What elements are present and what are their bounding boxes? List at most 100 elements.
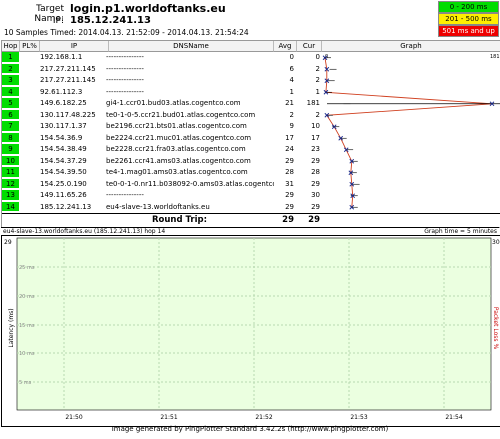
round-trip-cur: 29	[308, 215, 320, 225]
x-label-4: 21:54	[445, 414, 462, 421]
hop-number: 3	[2, 75, 19, 86]
round-trip-avg: 29	[282, 215, 294, 225]
hop-cur: 28	[311, 168, 320, 176]
y-axis-label: Latency (ms)	[8, 308, 15, 347]
hop-cur: 29	[311, 156, 320, 165]
hop-number: 6	[2, 109, 19, 121]
hop-number: 9	[2, 144, 19, 155]
latency-marker	[348, 170, 357, 176]
hop-ip: 154.54.39.50	[40, 168, 87, 176]
latency-route-line	[324, 57, 493, 208]
hop-ip: 154.54.36.9	[40, 133, 83, 142]
latency-marker	[338, 135, 347, 141]
hop-ip: 217.27.211.145	[40, 76, 96, 84]
ms-label-20: 20 ms	[19, 294, 35, 300]
hop-ip: 92.61.112.3	[40, 87, 83, 96]
hop-ip: 154.54.37.29	[40, 156, 87, 165]
legend-green: 0 - 200 ms	[438, 1, 499, 13]
route-graph: 0 181	[322, 54, 500, 210]
ms-label-15: 15 ms	[19, 323, 35, 329]
latency-marker	[349, 204, 358, 210]
hop-cur: 2	[315, 76, 320, 84]
hop-cur: 10	[311, 122, 320, 130]
hop-number: 12	[2, 178, 19, 190]
hop-dns-name: ---------------	[106, 64, 144, 73]
hop-number: 2	[2, 63, 19, 75]
x-label-0: 21:50	[65, 414, 82, 421]
hop-avg: 1	[289, 87, 294, 96]
x-label-1: 21:51	[160, 414, 177, 421]
col-graph[interactable]: Graph	[322, 41, 500, 52]
hop-ip: 185.12.241.13	[40, 202, 92, 211]
hop-cur: 23	[311, 145, 320, 153]
hop-cur: 181	[306, 99, 320, 107]
hop-avg: 0	[289, 53, 294, 61]
target-name-value: login.p1.worldoftanks.eu	[70, 2, 226, 15]
legend-red: 501 ms and up	[438, 25, 499, 37]
latency-marker	[350, 193, 358, 199]
hop-dns-name: ---------------	[106, 191, 144, 199]
hop-number: 13	[2, 190, 19, 201]
hop-dns-name: be2196.ccr21.bts01.atlas.cogentco.com	[106, 122, 247, 130]
hop-dns-name: be2228.ccr21.fra03.atlas.cogentco.com	[106, 145, 246, 153]
hop-ip: 149.6.182.25	[40, 99, 87, 107]
latency-marker	[322, 55, 331, 61]
packet-loss-axis-label: Packet Loss %	[492, 307, 499, 350]
hop-cur: 29	[311, 179, 320, 188]
hop-number: 4	[2, 86, 19, 98]
latency-marker	[349, 158, 358, 164]
hop-ip: 217.27.211.145	[40, 64, 96, 73]
graph-scale-max: 181	[490, 54, 500, 60]
x-label-3: 21:53	[350, 414, 367, 421]
hop-dns-name: be2261.ccr41.ams03.atlas.cogentco.com	[106, 156, 251, 165]
ms-label-5: 5 ms	[19, 380, 32, 386]
hop-dns-name: gi4-1.ccr01.bud03.atlas.cogentco.com	[106, 99, 241, 107]
hop-avg: 29	[285, 156, 294, 165]
col-hop[interactable]: Hop	[2, 41, 20, 52]
samples-timed-text: 10 Samples Timed: 2014.04.13. 21:52:09 -…	[4, 28, 249, 37]
latency-marker	[323, 89, 332, 95]
round-trip-row: Round Trip: 29 29	[2, 213, 500, 226]
ip-value: 185.12.241.13	[70, 15, 151, 26]
hop-number: 5	[2, 98, 19, 109]
hop-avg: 21	[285, 99, 294, 107]
hop-number: 11	[2, 167, 19, 178]
hop-cur: 1	[315, 87, 320, 96]
hop-dns-name: te0-0-1-0.nr11.b038092-0.ams03.atlas.cog…	[106, 179, 274, 188]
hop-dns-name: eu4-slave-13.worldoftanks.eu	[106, 202, 210, 211]
col-pl[interactable]: PL%	[20, 41, 40, 52]
col-ip[interactable]: IP	[40, 41, 109, 52]
time-graph[interactable]: 29 30 25 ms 20 ms 15 ms 10 ms 5 ms Laten…	[1, 235, 500, 427]
y-top-right-label: 30	[492, 239, 500, 246]
ms-label-10: 10 ms	[19, 351, 35, 357]
footer-credit: Image generated by PingPlotter Standard …	[111, 425, 389, 433]
hop-dns-name: te4-1.mag01.ams03.atlas.cogentco.com	[106, 168, 248, 176]
hop-avg: 17	[285, 133, 294, 142]
ip-label: IP:	[52, 16, 64, 26]
col-dns[interactable]: DNSName	[109, 41, 274, 52]
hop-avg: 31	[285, 179, 294, 188]
latency-marker	[324, 112, 333, 118]
hop-ip: 149.11.65.26	[40, 191, 87, 199]
hop-dns-name: te0-1-0-5.ccr21.bud01.atlas.cogentco.com	[106, 110, 256, 119]
hop-cur: 2	[315, 64, 320, 73]
hop-number: 10	[2, 155, 19, 167]
hop-ip: 154.54.38.49	[40, 145, 87, 153]
latency-marker	[331, 124, 340, 130]
hop-ip: 154.25.0.190	[40, 179, 87, 188]
hop-avg: 28	[285, 168, 294, 176]
legend-yellow: 201 - 500 ms	[438, 13, 499, 25]
col-avg[interactable]: Avg	[274, 41, 297, 52]
y-top-label: 29	[4, 239, 12, 246]
hop-ip: 130.117.1.37	[40, 122, 87, 130]
hop-avg: 2	[289, 110, 294, 119]
hop-avg: 29	[285, 191, 294, 199]
hop-avg: 4	[289, 76, 294, 84]
hop-number: 7	[2, 121, 19, 132]
hop-number: 1	[2, 52, 19, 63]
hop-ip: 130.117.48.225	[40, 110, 96, 119]
col-cur[interactable]: Cur	[297, 41, 322, 52]
hop-number: 14	[2, 201, 19, 213]
hop-dns-name: be2224.ccr21.muc01.atlas.cogentco.com	[106, 133, 252, 142]
hop-avg: 24	[285, 145, 294, 153]
